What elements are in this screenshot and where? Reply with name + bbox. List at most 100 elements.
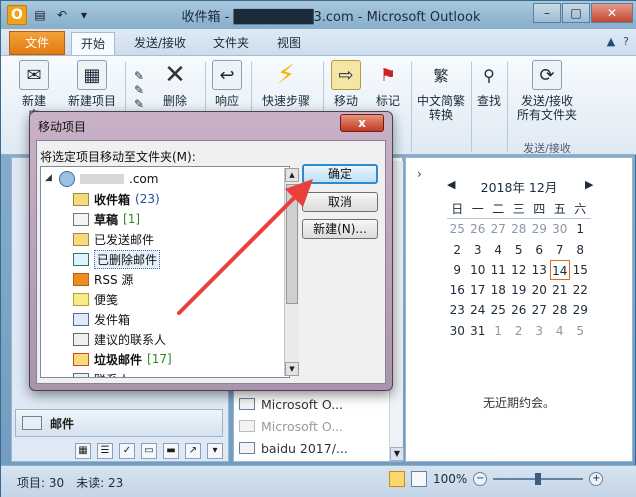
calendar-day[interactable]: 25 xyxy=(447,219,468,239)
calendar-day[interactable]: 27 xyxy=(529,300,550,320)
message-item[interactable]: baidu 2017/... xyxy=(233,437,403,459)
delete-button[interactable]: ✕ 删除 xyxy=(153,60,197,108)
tree-folder-item[interactable]: 发件箱 xyxy=(73,309,130,329)
tab-home[interactable]: 开始 xyxy=(71,32,115,55)
calendar-day[interactable]: 29 xyxy=(529,219,550,239)
new-items-button[interactable]: ▦ 新建项目 xyxy=(63,60,121,108)
ok-button[interactable]: 确定 xyxy=(302,164,378,184)
scroll-down-icon[interactable]: ▼ xyxy=(390,447,404,461)
calendar-day[interactable]: 7 xyxy=(550,240,571,260)
calendar-day[interactable]: 1 xyxy=(488,321,509,341)
collapse-icon[interactable]: ◢ xyxy=(45,173,52,183)
calendar-day[interactable]: 31 xyxy=(468,321,489,341)
calendar-day[interactable]: 23 xyxy=(447,300,468,320)
chinese-convert-button[interactable]: 繁 中文简繁 转换 xyxy=(413,60,469,123)
quick-steps-button[interactable]: ⚡ 快速步骤 xyxy=(255,60,317,108)
tasks-nav-icon[interactable]: ✓ xyxy=(119,443,135,459)
message-item[interactable]: Microsoft O... xyxy=(233,415,403,437)
calendar-day[interactable]: 15 xyxy=(570,260,591,280)
calendar-day[interactable]: 2 xyxy=(447,240,468,260)
undo-icon[interactable]: ↶ xyxy=(53,6,71,24)
zoom-in-icon[interactable]: + xyxy=(589,472,604,486)
calendar-day[interactable]: 20 xyxy=(529,280,550,300)
tree-account-node[interactable]: .com xyxy=(59,169,158,189)
respond-button[interactable]: ↩ 响应 xyxy=(207,60,247,108)
tags-button[interactable]: ⚑ 标记 xyxy=(369,60,407,109)
calendar-day[interactable]: 30 xyxy=(447,321,468,341)
reading-view-icon[interactable] xyxy=(411,471,427,487)
message-item[interactable]: Microsoft O... xyxy=(233,393,403,415)
zoom-out-icon[interactable]: − xyxy=(473,472,488,486)
calendar-day[interactable]: 3 xyxy=(468,240,489,260)
calendar-day[interactable]: 27 xyxy=(488,219,509,239)
calendar-day[interactable]: 3 xyxy=(529,321,550,341)
minimize-ribbon-icon[interactable]: ▲ xyxy=(607,35,615,48)
calendar-day[interactable]: 28 xyxy=(509,219,530,239)
minimize-button[interactable]: – xyxy=(533,3,561,23)
contacts-nav-icon[interactable]: ☰ xyxy=(97,443,113,459)
outlook-app-icon[interactable]: O xyxy=(7,5,27,25)
calendar-day[interactable]: 17 xyxy=(468,280,489,300)
scroll-thumb[interactable] xyxy=(286,184,298,304)
calendar-day[interactable]: 21 xyxy=(550,280,571,300)
zoom-slider[interactable] xyxy=(493,473,584,485)
calendar-day[interactable]: 18 xyxy=(488,280,509,300)
calendar-day[interactable]: 6 xyxy=(529,240,550,260)
dialog-close-button[interactable]: x xyxy=(340,114,384,132)
calendar-day[interactable]: 2 xyxy=(509,321,530,341)
send-receive-all-button[interactable]: ⟳ 发送/接收 所有文件夹 xyxy=(513,60,581,122)
calendar-day[interactable]: 10 xyxy=(468,260,489,280)
calendar-day[interactable]: 28 xyxy=(550,300,571,320)
calendar-day[interactable]: 4 xyxy=(488,240,509,260)
calendar-day[interactable]: 26 xyxy=(468,219,489,239)
help-icon[interactable]: ? xyxy=(623,35,629,48)
scroll-down-icon[interactable]: ▼ xyxy=(285,362,299,376)
maximize-button[interactable]: □ xyxy=(562,3,590,23)
tab-view[interactable]: 视图 xyxy=(267,32,311,55)
tree-folder-item[interactable]: 建议的联系人 xyxy=(73,329,166,349)
calendar-day[interactable]: 11 xyxy=(488,260,509,280)
calendar-day[interactable]: 9 xyxy=(447,260,468,280)
calendar-day[interactable]: 14 xyxy=(549,259,570,281)
save-icon[interactable]: ▤ xyxy=(31,6,49,24)
calendar-day[interactable]: 8 xyxy=(570,240,591,260)
tree-folder-item[interactable]: 草稿 [1] xyxy=(73,209,140,229)
calendar-day[interactable]: 19 xyxy=(509,280,530,300)
calendar-day[interactable]: 26 xyxy=(509,300,530,320)
close-window-button[interactable]: ✕ xyxy=(591,3,633,23)
calendar-day[interactable]: 16 xyxy=(447,280,468,300)
tree-folder-item[interactable]: 已删除邮件 xyxy=(73,249,161,269)
calendar-day[interactable]: 30 xyxy=(550,219,571,239)
folder-tree-scrollbar[interactable]: ▲ ▼ xyxy=(284,168,299,376)
calendar-day[interactable]: 29 xyxy=(570,300,591,320)
calendar-nav-icon[interactable]: ▦ xyxy=(75,443,91,459)
tab-folder[interactable]: 文件夹 xyxy=(205,32,257,55)
calendar-day[interactable]: 25 xyxy=(488,300,509,320)
calendar-day[interactable]: 12 xyxy=(509,260,530,280)
nav-mail-button[interactable]: 邮件 xyxy=(15,409,223,437)
tab-file[interactable]: 文件 xyxy=(9,31,65,55)
calendar-day[interactable]: 22 xyxy=(570,280,591,300)
normal-view-icon[interactable] xyxy=(389,471,405,487)
folders-nav-icon[interactable]: ▬ xyxy=(163,443,179,459)
tree-folder-item[interactable]: 便笺 xyxy=(73,289,118,309)
calendar-day[interactable]: 5 xyxy=(509,240,530,260)
new-folder-button[interactable]: 新建(N)... xyxy=(302,219,378,239)
calendar-day[interactable]: 4 xyxy=(550,321,571,341)
shortcuts-nav-icon[interactable]: ↗ xyxy=(185,443,201,459)
configure-nav-icon[interactable]: ▾ xyxy=(207,443,223,459)
tree-folder-item[interactable]: 收件箱 (23) xyxy=(73,189,160,209)
customize-qat-icon[interactable]: ▾ xyxy=(75,6,93,24)
tree-folder-item[interactable]: RSS 源 xyxy=(73,269,133,289)
folder-tree[interactable]: .com ◢ 收件箱 (23) 草稿 [1] 已发送邮件 已删除邮件 RSS 源便笺 发件箱建… xyxy=(40,166,290,378)
cancel-button[interactable]: 取消 xyxy=(302,192,378,212)
tree-folder-item[interactable]: 联系人 xyxy=(73,369,130,377)
tab-send-receive[interactable]: 发送/接收 xyxy=(125,32,195,55)
calendar-day[interactable]: 13 xyxy=(529,260,550,280)
calendar-day[interactable]: 1 xyxy=(570,219,591,239)
tree-folder-item[interactable]: 垃圾邮件 [17] xyxy=(73,349,172,369)
calendar-day[interactable]: 24 xyxy=(468,300,489,320)
notes-nav-icon[interactable]: ▭ xyxy=(141,443,157,459)
calendar-day[interactable]: 5 xyxy=(570,321,591,341)
move-button[interactable]: ⇨ 移动 xyxy=(327,60,365,108)
